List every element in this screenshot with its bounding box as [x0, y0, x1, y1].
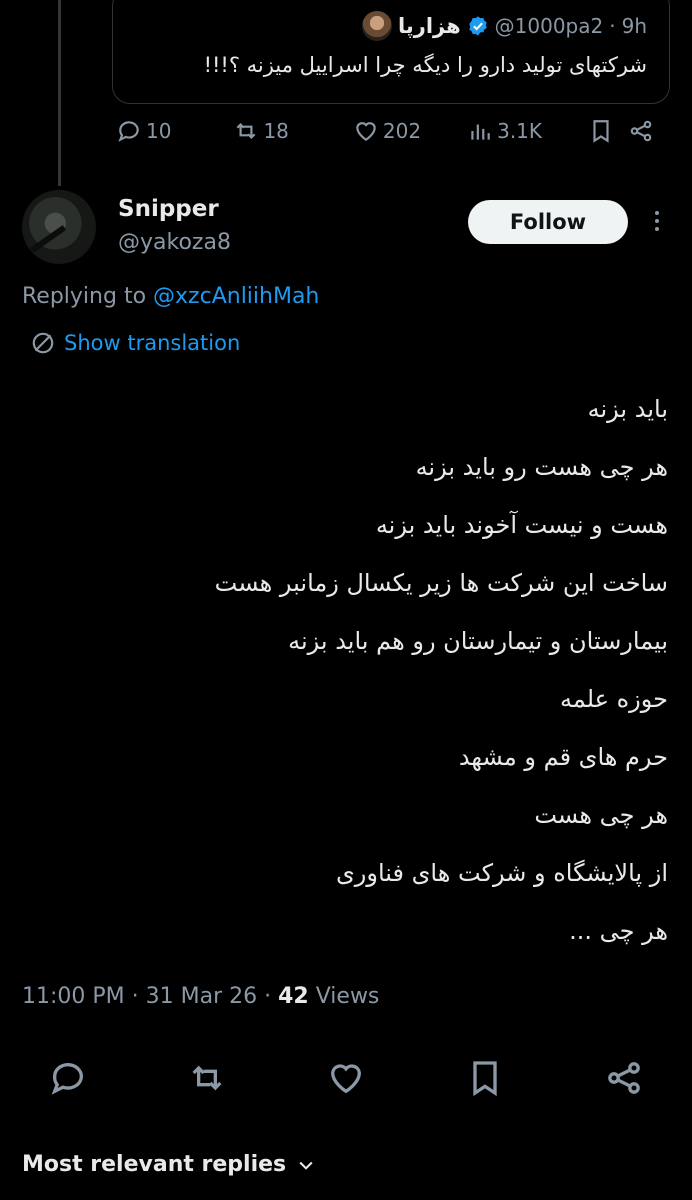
- show-translation-label: Show translation: [64, 331, 241, 355]
- replying-target-link[interactable]: @xzcAnliihMah: [153, 284, 319, 309]
- tweet-time[interactable]: 11:00 PM: [22, 984, 125, 1009]
- bookmark-icon[interactable]: [465, 1058, 505, 1098]
- heart-icon: [356, 122, 376, 141]
- like-count: 202: [382, 119, 422, 143]
- show-translation-button[interactable]: Show translation: [30, 330, 240, 356]
- globe-icon: [32, 332, 54, 354]
- reply-icon: [118, 121, 139, 142]
- tweet-line: هر چی هست: [534, 801, 668, 829]
- quoted-tweet-header: هزارپا @1000pa2 · 9h: [135, 9, 647, 43]
- views-metric[interactable]: 3.1K: [467, 118, 542, 144]
- repost-count: 18: [263, 119, 289, 143]
- quoted-tweet-text: شرکتهای تولید دارو را دیگه چرا اسراییل م…: [203, 53, 647, 77]
- tweet-line: بیمارستان و تیمارستان رو هم باید بزنه: [288, 627, 668, 655]
- author-avatar[interactable]: [22, 190, 96, 264]
- replies-sort-label: Most relevant replies: [22, 1152, 287, 1177]
- author-row: Snipper @yakoza8 Follow: [22, 190, 670, 270]
- tweet-line: ساخت این شرکت ها زیر یکسال زمانبر هست: [214, 569, 668, 597]
- more-options-icon[interactable]: [644, 206, 670, 236]
- share-icon[interactable]: [604, 1058, 644, 1098]
- replies-sort-selector[interactable]: Most relevant replies: [22, 1152, 316, 1177]
- tweet-views-label: Views: [308, 984, 380, 1009]
- tweet-date[interactable]: 31 Mar 26: [146, 984, 257, 1009]
- share-metric[interactable]: [628, 118, 654, 144]
- quoted-avatar[interactable]: [361, 11, 392, 41]
- quoted-timestamp[interactable]: 9h: [622, 14, 647, 38]
- tweet-meta: 11:00 PM · 31 Mar 26 · 42 Views: [22, 984, 379, 1009]
- bookmark-metric[interactable]: [588, 118, 614, 144]
- quoted-author-name[interactable]: هزارپا: [398, 14, 461, 38]
- reply-metric[interactable]: 10: [116, 118, 171, 144]
- tweet-line: هر چی ...: [569, 917, 668, 945]
- follow-button[interactable]: Follow: [468, 200, 628, 244]
- repost-metric[interactable]: 18: [233, 118, 289, 144]
- meta-separator: ·: [257, 984, 279, 1009]
- author-handle[interactable]: @yakoza8: [118, 230, 231, 255]
- quoted-tweet-card[interactable]: هزارپا @1000pa2 · 9h شرکتهای تولید دارو …: [112, 0, 670, 104]
- tweet-text: باید بزنه هر چی هست رو باید بزنه هست و ن…: [28, 384, 668, 964]
- share-icon: [630, 120, 652, 142]
- tweet-line: حرم های قم و مشهد: [458, 743, 668, 771]
- repost-icon[interactable]: [187, 1058, 227, 1098]
- tweet-line: حوزه علمه: [559, 685, 668, 713]
- views-count: 3.1K: [497, 119, 543, 143]
- bookmark-icon: [593, 120, 609, 143]
- author-name[interactable]: Snipper: [118, 196, 219, 222]
- repost-icon: [237, 122, 256, 140]
- replying-to: Replying to @xzcAnliihMah: [22, 284, 319, 309]
- views-chart-icon: [471, 124, 490, 140]
- tweet-views-count: 42: [278, 984, 309, 1009]
- meta-separator: ·: [124, 984, 146, 1009]
- tweet-actions: [48, 1058, 644, 1098]
- quoted-author-handle[interactable]: @1000pa2: [495, 14, 604, 38]
- quoted-metrics-bar: 10 18 202 3.1K: [108, 118, 662, 144]
- tweet-line: باید بزنه: [587, 395, 668, 423]
- quoted-separator: ·: [609, 14, 616, 38]
- tweet-line: هست و نیست آخوند باید بزنه: [375, 511, 668, 539]
- thread-line: [58, 0, 61, 186]
- chevron-down-icon: [299, 1161, 313, 1170]
- heart-icon[interactable]: [326, 1058, 366, 1098]
- tweet-line: از پالایشگاه و شرکت های فناوری: [336, 859, 668, 887]
- reply-icon[interactable]: [48, 1058, 88, 1098]
- like-metric[interactable]: 202: [353, 118, 421, 144]
- replying-prefix: Replying to: [22, 284, 154, 309]
- reply-count: 10: [146, 119, 172, 143]
- tweet-line: هر چی هست رو باید بزنه: [415, 453, 668, 481]
- verified-badge-icon: [468, 16, 487, 36]
